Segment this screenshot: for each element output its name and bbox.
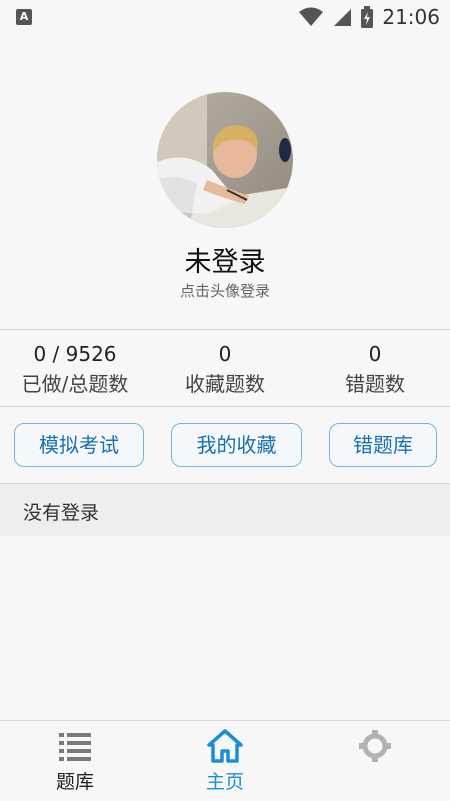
notification-a-icon: A <box>16 9 32 25</box>
status-bar: A 21:06 <box>0 0 450 34</box>
avatar[interactable] <box>157 92 293 228</box>
avatar-photo <box>157 92 293 228</box>
mock-exam-button[interactable]: 模拟考试 <box>14 423 144 467</box>
login-hint[interactable]: 点击头像登录 <box>0 280 450 301</box>
status-time: 21:06 <box>382 5 440 29</box>
home-icon <box>207 729 243 763</box>
nav-label: 主页 <box>205 771 244 793</box>
stat-value: 0 <box>368 342 382 366</box>
list-icon <box>59 733 91 761</box>
stat-label: 已做/总题数 <box>21 372 129 396</box>
status-icons: 21:06 <box>298 4 440 30</box>
stat-label: 收藏题数 <box>185 372 265 396</box>
divider-middle <box>0 406 450 407</box>
stat-label: 错题数 <box>345 372 405 396</box>
stat-value: 0 <box>218 342 232 366</box>
username: 未登录 <box>184 247 266 278</box>
signal-icon <box>334 9 352 26</box>
bottom-nav: 题库 主页 <box>0 720 450 801</box>
nav-item-question-bank[interactable]: 题库 <box>0 721 150 801</box>
nav-item-settings[interactable] <box>300 721 450 801</box>
nav-label: 题库 <box>55 771 94 793</box>
nav-item-home[interactable]: 主页 <box>150 721 300 801</box>
divider-top <box>0 329 450 330</box>
wrong-questions-button[interactable]: 错题库 <box>329 423 437 467</box>
stat-value: 0 / 9526 <box>33 342 117 366</box>
wifi-icon <box>299 7 324 26</box>
info-strip: 没有登录 <box>0 484 450 536</box>
stat-wrong: 0 错题数 <box>300 340 450 400</box>
stat-favorites: 0 收藏题数 <box>150 340 300 400</box>
not-logged-in-text: 没有登录 <box>23 502 100 524</box>
stat-done-total: 0 / 9526 已做/总题数 <box>0 340 150 400</box>
gear-icon <box>359 730 391 762</box>
battery-charging-icon <box>361 6 374 28</box>
my-favorites-button[interactable]: 我的收藏 <box>171 423 302 467</box>
